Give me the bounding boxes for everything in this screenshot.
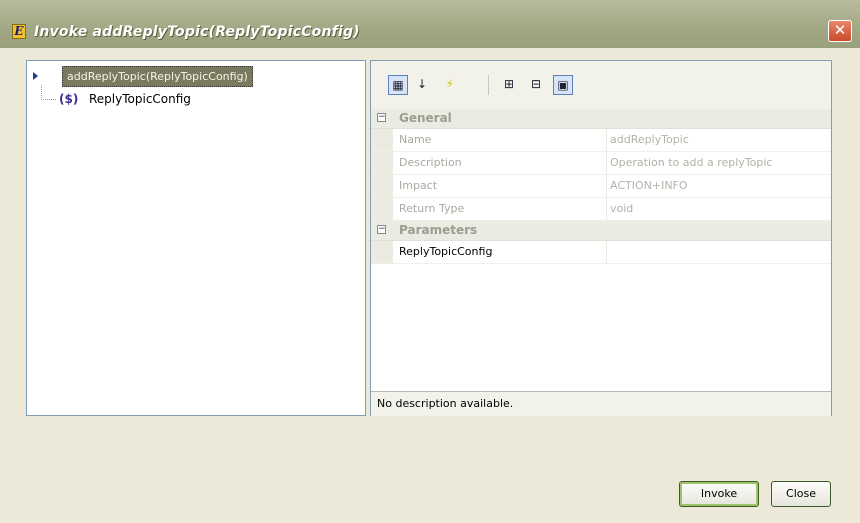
property-pages-icon[interactable]: ▣ [553,75,573,95]
property-grid-panel: ▦ ↓ ⚡ ⊞ ⊟ ▣ − General Name addReplyTopic… [370,60,832,416]
property-value: Operation to add a replyTopic [610,156,773,169]
category-parameters[interactable]: − Parameters [371,221,831,241]
tree-node-parameter[interactable]: ReplyTopicConfig [89,92,191,106]
close-button[interactable]: Close [771,481,831,507]
invoke-button[interactable]: Invoke [679,481,759,507]
property-label: Description [399,156,462,169]
property-row-parameter[interactable]: ReplyTopicConfig [371,241,831,264]
window-title: Invoke addReplyTopic(ReplyTopicConfig) [34,24,360,40]
property-row-return-type[interactable]: Return Type void [371,198,831,221]
description-bar: No description available. [371,391,831,416]
collapse-icon[interactable]: − [377,113,386,122]
lightning-icon[interactable]: ⚡ [440,75,460,95]
parameter-label: ReplyTopicConfig [399,245,493,258]
toolbar-separator [488,75,489,95]
parameter-type-icon: ($) [59,92,79,106]
tree-node-operation[interactable]: addReplyTopic(ReplyTopicConfig) [62,66,253,87]
app-logo-icon: E [12,24,26,39]
collapse-icon[interactable]: − [377,225,386,234]
collapse-all-icon[interactable]: ⊟ [526,75,546,95]
property-label: Impact [399,179,438,192]
category-label: General [399,111,452,125]
description-text: No description available. [377,397,514,410]
category-label: Parameters [399,223,478,237]
property-row-description[interactable]: Description Operation to add a replyTopi… [371,152,831,175]
category-general[interactable]: − General [371,109,831,129]
property-row-impact[interactable]: Impact ACTION+INFO [371,175,831,198]
categorized-icon[interactable]: ▦ [388,75,408,95]
tree-connector-line [41,85,56,100]
property-value: void [610,202,634,215]
sort-alphabetical-icon[interactable]: ↓ [412,75,432,95]
property-toolbar: ▦ ↓ ⚡ ⊞ ⊟ ▣ [371,61,831,110]
tree-expand-arrow-icon[interactable] [33,72,38,80]
property-value: ACTION+INFO [610,179,688,192]
property-grid: − General Name addReplyTopic Description… [371,109,831,264]
property-label: Return Type [399,202,465,215]
property-value: addReplyTopic [610,133,689,146]
title-bar: E Invoke addReplyTopic(ReplyTopicConfig)… [0,0,860,48]
expand-all-icon[interactable]: ⊞ [499,75,519,95]
property-label: Name [399,133,432,146]
window-close-button[interactable]: ✕ [828,20,852,42]
operation-tree[interactable]: addReplyTopic(ReplyTopicConfig) ($) Repl… [26,60,366,416]
property-row-name[interactable]: Name addReplyTopic [371,129,831,152]
